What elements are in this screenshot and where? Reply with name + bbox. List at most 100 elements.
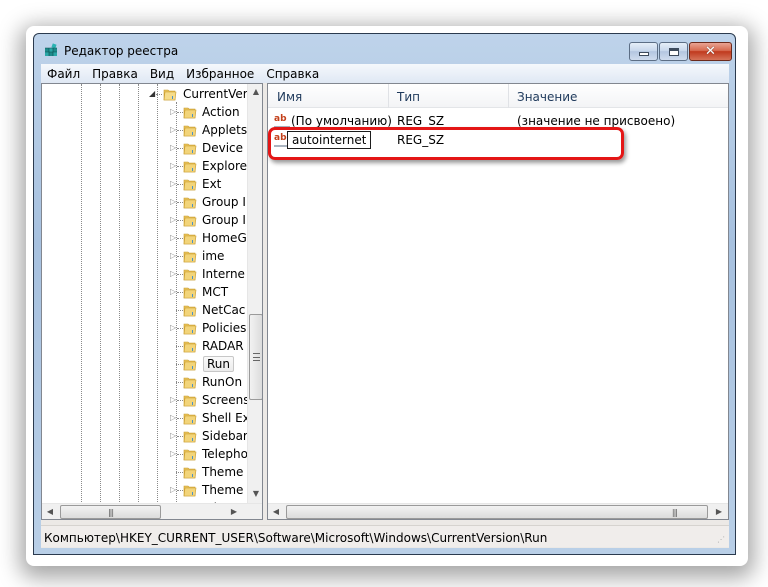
folder-icon	[183, 249, 197, 263]
tree-item[interactable]: ▷ Explore	[42, 157, 247, 175]
tree-item[interactable]: ▷ Telepho	[42, 445, 248, 463]
scroll-left-icon[interactable]: ◀	[42, 504, 58, 519]
folder-icon	[183, 285, 197, 299]
folder-icon	[183, 159, 197, 173]
tree-item-label: Group I	[202, 213, 246, 227]
menu-file[interactable]: Файл	[41, 67, 86, 81]
tree-hscroll-thumb[interactable]: |||	[60, 505, 161, 519]
title-bar[interactable]: Редактор реестра ✕	[34, 34, 735, 64]
tree-item-label: RunOn	[202, 375, 243, 389]
close-button[interactable]: ✕	[689, 42, 732, 61]
column-name[interactable]: Имя	[277, 90, 302, 104]
tree-item[interactable]: ▷ Ext	[42, 175, 242, 193]
registry-tree[interactable]: ◢ CurrentVer ▷ Action ▷ Applets ▷ Device ▷ E…	[41, 83, 263, 520]
tree-item-label: Theme	[202, 483, 244, 497]
tree-item-label: RADAR	[202, 339, 244, 353]
tree-item-label: Interne	[202, 267, 245, 281]
column-value[interactable]: Значение	[517, 90, 577, 104]
tree-item[interactable]: ▷ Sidebar	[42, 427, 248, 445]
tree-item-label: Telepho	[202, 447, 248, 461]
menu-edit[interactable]: Правка	[86, 67, 144, 81]
folder-icon	[183, 213, 197, 227]
tree-item[interactable]: ▷ HomeG	[42, 229, 247, 247]
tree-item[interactable]: ▷ Device	[42, 139, 244, 157]
tree-item[interactable]: ▷ Group I	[42, 193, 246, 211]
folder-icon	[183, 393, 197, 407]
folder-icon	[183, 429, 197, 443]
values-list[interactable]: Имя Тип Значение ab (По умолчанию) REG_S…	[267, 83, 729, 520]
folder-icon	[183, 339, 197, 353]
tree-item-label: Action	[202, 105, 240, 119]
tree-item-label: Device	[202, 141, 244, 155]
folder-icon	[183, 177, 197, 191]
folder-icon	[183, 465, 197, 479]
tree-item[interactable]: ▷ ime	[42, 247, 242, 265]
tree-item-label: Screens	[202, 393, 250, 407]
status-bar: Компьютер\HKEY_CURRENT_USER\Software\Mic…	[41, 525, 729, 547]
tree-item[interactable]: ▷ Policies	[42, 319, 246, 337]
tree-item-label: ime	[202, 249, 225, 263]
folder-icon	[183, 141, 197, 155]
value-data: (значение не присвоено)	[517, 114, 676, 128]
folder-icon	[183, 231, 197, 245]
minimize-icon	[638, 51, 649, 56]
menu-favorites[interactable]: Избранное	[180, 67, 260, 81]
tree-item-currentversion[interactable]: ◢ CurrentVer	[42, 85, 248, 103]
folder-icon	[183, 483, 197, 497]
tree-item[interactable]: ▷ Shell Ex	[42, 409, 250, 427]
menu-help[interactable]: Справка	[260, 67, 325, 81]
rename-input[interactable]	[287, 131, 371, 149]
close-icon: ✕	[705, 44, 716, 59]
list-hscroll-thumb[interactable]: |||	[286, 505, 708, 519]
size-grip-icon[interactable]: ⋰	[717, 535, 727, 545]
tree-item[interactable]: ▷ Screens	[42, 391, 250, 409]
folder-icon	[183, 375, 197, 389]
value-name: (По умолчанию)	[291, 114, 392, 128]
window-title: Редактор реестра	[64, 44, 179, 58]
maximize-button[interactable]	[659, 42, 688, 61]
folder-icon	[183, 267, 197, 281]
scroll-left-icon[interactable]: ◀	[268, 504, 284, 519]
scroll-right-icon[interactable]: ▶	[711, 504, 727, 519]
tree-item[interactable]: RunOn	[42, 373, 242, 391]
tree-item-label: Explore	[202, 159, 248, 173]
tree-item[interactable]: Run	[42, 355, 242, 373]
tree-vertical-scrollbar[interactable]: ▲ ▼	[247, 84, 262, 504]
value-type: REG_SZ	[397, 133, 445, 147]
tree-item[interactable]: ▷ Group I	[42, 211, 246, 229]
value-type: REG_SZ	[397, 114, 445, 128]
tree-item-label: Policies	[202, 321, 247, 335]
tree-item[interactable]: RADAR	[42, 337, 244, 355]
tree-item[interactable]: ▷ Interne	[42, 265, 245, 283]
tree-item-label: Theme	[202, 465, 244, 479]
tree-item-label: Ext	[202, 177, 222, 191]
column-type[interactable]: Тип	[397, 90, 420, 104]
list-row[interactable]: ab REG_SZ	[268, 131, 728, 149]
folder-icon	[183, 411, 197, 425]
current-key-path: Компьютер\HKEY_CURRENT_USER\Software\Mic…	[44, 531, 548, 545]
menu-view[interactable]: Вид	[144, 67, 180, 81]
reg-sz-icon: ab	[274, 114, 290, 128]
scroll-right-icon[interactable]: ▶	[226, 504, 242, 519]
tree-item[interactable]: Theme	[42, 463, 244, 481]
registry-editor-window: Редактор реестра ✕ Файл Правка Вид Избра…	[33, 33, 736, 555]
minimize-button[interactable]	[629, 42, 658, 61]
tree-item[interactable]: ▷ Action	[42, 103, 242, 121]
tree-vscroll-thumb[interactable]	[249, 314, 262, 400]
list-horizontal-scrollbar[interactable]: ◀ ||| ▶	[268, 503, 728, 519]
folder-icon	[183, 195, 197, 209]
menu-bar: Файл Правка Вид Избранное Справка	[41, 64, 729, 83]
list-row[interactable]: ab (По умолчанию) REG_SZ (значение не пр…	[268, 112, 728, 130]
list-header: Имя Тип Значение	[268, 84, 728, 108]
tree-item[interactable]: ▷ Applets	[42, 121, 247, 139]
tree-horizontal-scrollbar[interactable]: ◀ ||| ▶	[42, 503, 262, 519]
folder-open-icon	[163, 87, 177, 101]
tree-item[interactable]: ▷ Theme	[42, 481, 244, 499]
tree-item-label: Shell Ex	[202, 411, 250, 425]
tree-item[interactable]: ▷ MCT	[42, 283, 242, 301]
tree-item[interactable]: NetCac	[42, 301, 245, 319]
tree-item-label: HomeG	[202, 231, 247, 245]
scroll-down-icon[interactable]: ▼	[248, 486, 262, 502]
scroll-up-icon[interactable]: ▲	[248, 84, 262, 100]
tree-item-label: Sidebar	[202, 429, 248, 443]
